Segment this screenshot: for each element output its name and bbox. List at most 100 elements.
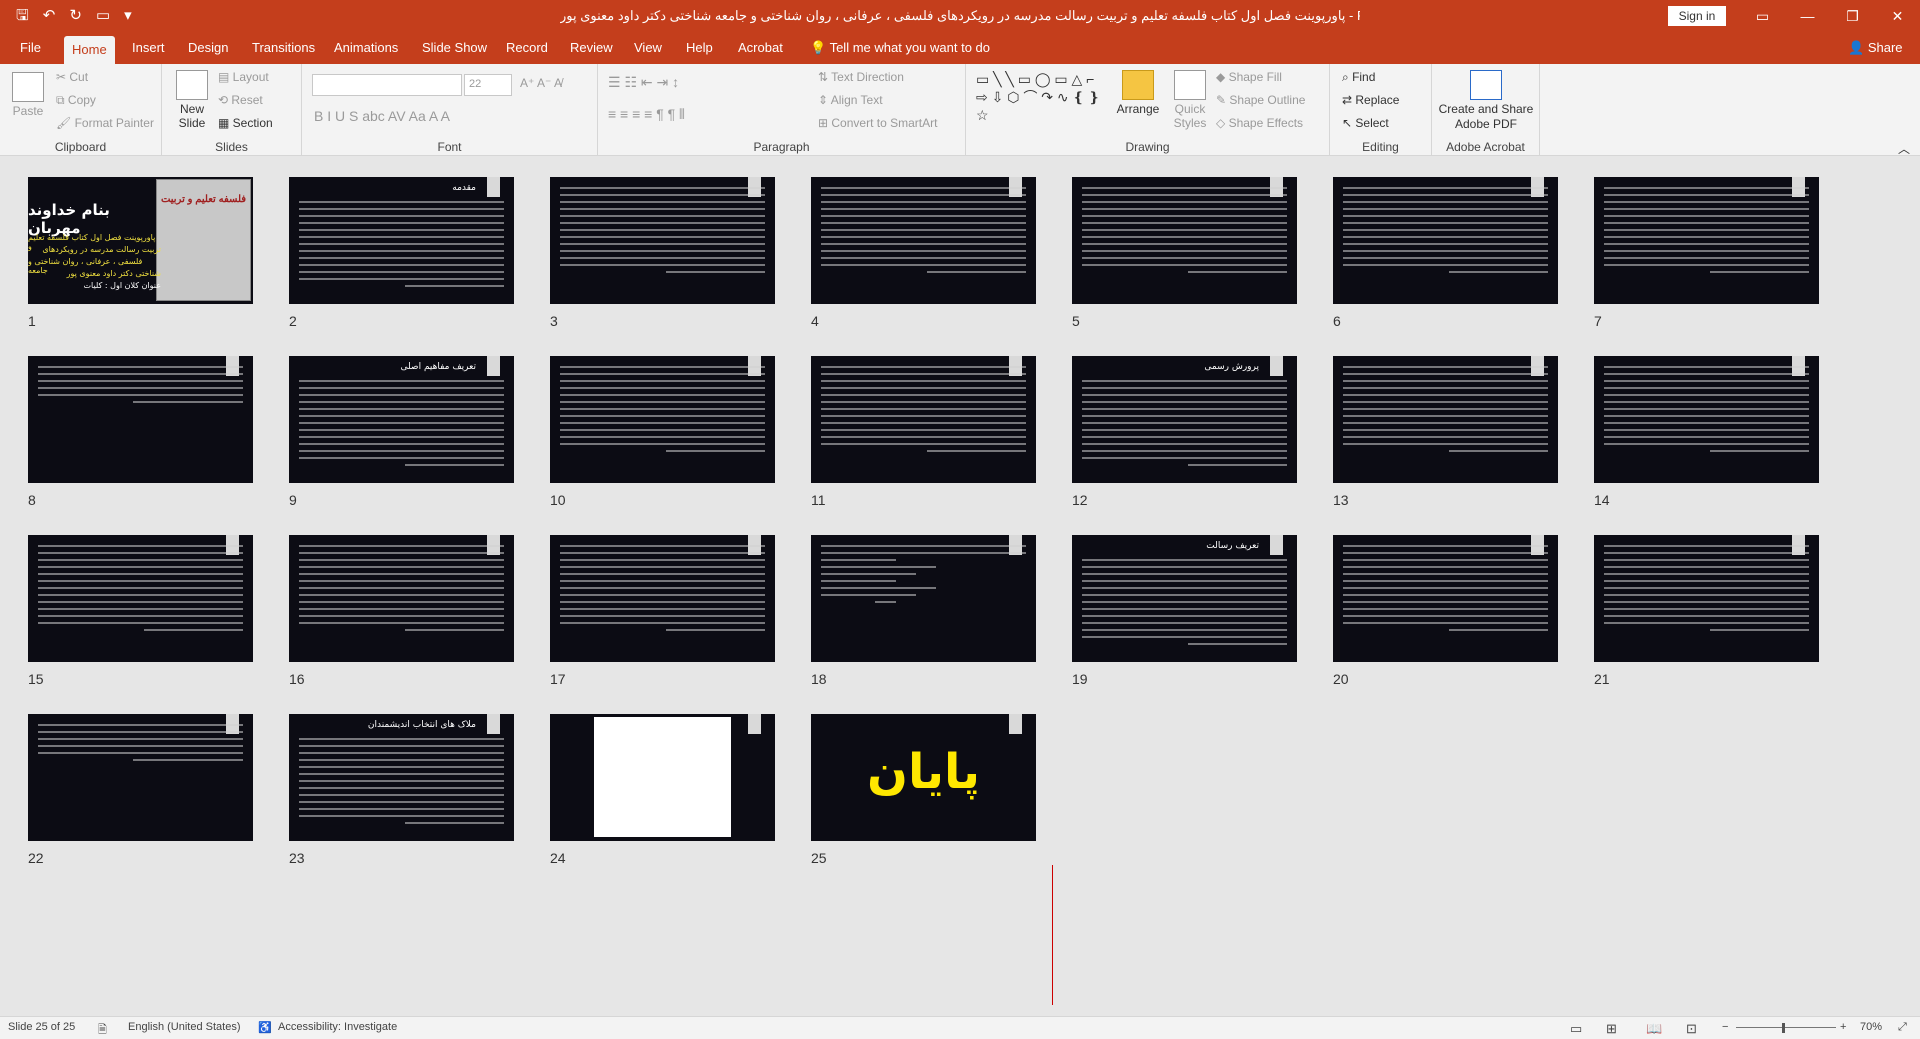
accessibility-status[interactable]: Accessibility: Investigate	[278, 1021, 397, 1033]
alignment-icons[interactable]: ≡ ≡ ≡ ≡ ¶ ¶ ⫴	[608, 106, 685, 123]
tab-help[interactable]: Help	[678, 32, 721, 64]
quick-styles-button[interactable]: Quick Styles	[1166, 70, 1214, 130]
tab-home[interactable]: Home	[64, 36, 115, 64]
tab-design[interactable]: Design	[180, 32, 236, 64]
save-icon[interactable]: 🖫	[16, 6, 29, 26]
find-button[interactable]: ⌕ Find	[1342, 70, 1375, 85]
create-share-pdf-button[interactable]: Create and Share Adobe PDF	[1436, 70, 1536, 132]
shape-fill-button[interactable]: ◆ Shape Fill	[1216, 70, 1282, 84]
slide-text-line	[1082, 208, 1287, 210]
slide-thumbnail-1[interactable]: فلسفه تعلیم و تربیت بنام خداوند مهربان پاو…	[28, 177, 253, 304]
font-name-field[interactable]	[312, 74, 462, 96]
minimize-icon[interactable]: —	[1785, 0, 1830, 32]
slide-thumbnail-7[interactable]	[1594, 177, 1819, 304]
paste-button[interactable]: Paste	[10, 72, 46, 118]
close-icon[interactable]: ✕	[1875, 0, 1920, 32]
tab-acrobat[interactable]: Acrobat	[730, 32, 791, 64]
slide-thumbnail-5[interactable]	[1072, 177, 1297, 304]
arrange-button[interactable]: Arrange	[1114, 70, 1162, 116]
tab-record[interactable]: Record	[498, 32, 556, 64]
replace-button[interactable]: ⇄ Replace	[1342, 93, 1399, 107]
convert-smartart-button[interactable]: ⊞ Convert to SmartArt	[818, 116, 937, 130]
reset-button[interactable]: ⟲ Reset	[218, 93, 263, 107]
list-indent-icons[interactable]: ☰ ☷ ⇤ ⇥ ↕	[608, 74, 679, 91]
slide-thumbnail-25[interactable]: پایان	[811, 714, 1036, 841]
share-button[interactable]: 👤 Share	[1848, 32, 1903, 64]
slide-thumbnail-24[interactable]	[550, 714, 775, 841]
zoom-slider-thumb[interactable]	[1782, 1023, 1785, 1033]
tab-insert[interactable]: Insert	[124, 32, 173, 64]
slide-text-line	[1082, 257, 1287, 259]
language-status[interactable]: English (United States)	[128, 1021, 241, 1033]
grow-font-icon[interactable]: A⁺ A⁻ A̸	[520, 76, 562, 90]
shapes-gallery-icon[interactable]: ▭ ╲ ╲ ▭ ◯ ▭ △ ⌐ ⇨ ⇩ ⬡ ⌒ ↷ ∿ ❴ ❵ ☆	[976, 70, 1106, 124]
zoom-level[interactable]: 70%	[1860, 1021, 1882, 1033]
tab-file[interactable]: File	[12, 32, 49, 64]
slide-sorter-view-icon[interactable]: ⊞	[1606, 1021, 1617, 1037]
zoom-out-icon[interactable]: −	[1722, 1021, 1728, 1033]
slide-thumbnail-4[interactable]	[811, 177, 1036, 304]
customize-qat-icon[interactable]: ▾	[124, 6, 132, 26]
undo-icon[interactable]: ↶	[43, 6, 56, 26]
slide-text-line	[1343, 250, 1548, 252]
slide-text-line	[1343, 429, 1548, 431]
slide-thumbnail-23[interactable]: ملاک های انتخاب اندیشمندان	[289, 714, 514, 841]
zoom-in-icon[interactable]: +	[1840, 1021, 1846, 1033]
align-text-button[interactable]: ⇕ Align Text	[818, 93, 883, 107]
slide-thumbnail-3[interactable]	[550, 177, 775, 304]
slide-thumbnail-13[interactable]	[1333, 356, 1558, 483]
tab-slide-show[interactable]: Slide Show	[414, 32, 495, 64]
slide-thumbnail-8[interactable]	[28, 356, 253, 483]
tell-me-search[interactable]: 💡 Tell me what you want to do	[810, 32, 990, 64]
select-button[interactable]: ↖ Select	[1342, 116, 1389, 130]
restore-icon[interactable]: ❐	[1830, 0, 1875, 32]
tab-animations[interactable]: Animations	[326, 32, 406, 64]
tab-view[interactable]: View	[626, 32, 670, 64]
slide-thumbnail-19[interactable]: تعریف رسالت	[1072, 535, 1297, 662]
tab-review[interactable]: Review	[562, 32, 621, 64]
section-button[interactable]: ▦ Section	[218, 116, 273, 130]
copy-button[interactable]: ⧉ Copy	[56, 93, 96, 108]
present-icon[interactable]: ▭	[96, 6, 110, 26]
slide-thumbnail-15[interactable]	[28, 535, 253, 662]
reading-view-icon[interactable]: 📖	[1646, 1021, 1662, 1037]
slide-thumbnail-11[interactable]	[811, 356, 1036, 483]
slide-thumbnail-6[interactable]	[1333, 177, 1558, 304]
slide-thumbnail-18[interactable]	[811, 535, 1036, 662]
slide-thumbnail-22[interactable]	[28, 714, 253, 841]
slide-thumbnail-20[interactable]	[1333, 535, 1558, 662]
font-size-field[interactable]: 22	[464, 74, 512, 96]
slide-text-line	[821, 436, 1026, 438]
notes-status-icon[interactable]: 🗎	[98, 1021, 107, 1039]
cut-button[interactable]: ✂ Cut	[56, 70, 88, 84]
text-direction-button[interactable]: ⇅ Text Direction	[818, 70, 904, 84]
slide-thumbnail-10[interactable]	[550, 356, 775, 483]
slide-text-line	[299, 408, 504, 410]
redo-icon[interactable]: ↻	[69, 6, 82, 26]
new-slide-button[interactable]: New Slide	[172, 70, 212, 130]
fit-slide-icon[interactable]: ⤢	[1898, 1021, 1907, 1034]
slide-thumbnail-21[interactable]	[1594, 535, 1819, 662]
slide-thumbnail-12[interactable]: پرورش رسمی	[1072, 356, 1297, 483]
slide-text-line	[1082, 580, 1287, 582]
normal-view-icon[interactable]: ▭	[1570, 1021, 1582, 1037]
slideshow-view-icon[interactable]: ⊡	[1686, 1021, 1697, 1037]
slide-thumbnail-9[interactable]: تعریف مفاهیم اصلی	[289, 356, 514, 483]
slide-text-line	[560, 194, 765, 196]
layout-button[interactable]: ▤ Layout	[218, 70, 269, 84]
font-format-icons[interactable]: B I U S abc AV Aa A A	[314, 108, 450, 124]
format-painter-button[interactable]: 🖌 Format Painter	[56, 116, 154, 130]
slide-thumbnail-14[interactable]	[1594, 356, 1819, 483]
slide-number: 21	[1594, 671, 1610, 687]
ribbon-display-icon[interactable]: ▭	[1740, 0, 1785, 32]
slide-thumbnail-2[interactable]: مقدمه	[289, 177, 514, 304]
shape-effects-button[interactable]: ◇ Shape Effects	[1216, 116, 1303, 130]
collapse-ribbon-icon[interactable]: ︿	[1898, 140, 1910, 157]
slide-thumbnail-17[interactable]	[550, 535, 775, 662]
sign-in-button[interactable]: Sign in	[1668, 6, 1726, 26]
slide-thumbnail-16[interactable]	[289, 535, 514, 662]
shape-outline-button[interactable]: ✎ Shape Outline	[1216, 93, 1305, 107]
tab-transitions[interactable]: Transitions	[244, 32, 323, 64]
zoom-slider[interactable]	[1736, 1027, 1836, 1028]
accessibility-icon[interactable]: ♿	[258, 1021, 272, 1034]
